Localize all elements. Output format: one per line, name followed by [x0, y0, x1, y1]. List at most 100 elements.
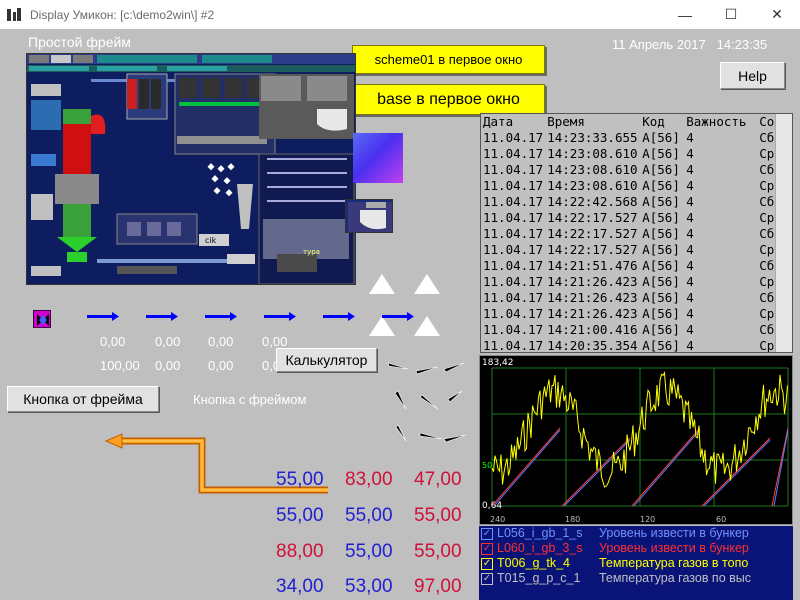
- table-cell: 14:23:33.655: [547, 130, 638, 145]
- legend-checkbox-icon[interactable]: ✓: [481, 527, 493, 540]
- legend-tag: T006_g_tk_4: [497, 556, 570, 570]
- maximize-icon[interactable]: ☐: [708, 0, 754, 29]
- trend-ymax-label: 183,42: [482, 358, 514, 368]
- trend-chart[interactable]: 183,42 0,64 50 240 180 120 60: [479, 355, 793, 525]
- table-cell: 11.04.17: [483, 162, 544, 177]
- grid-r1-c2: 83,00: [345, 469, 393, 490]
- legend-item[interactable]: ✓ T006_g_tk_4 Температура газов в топо: [479, 556, 793, 571]
- table-cell: 11.04.17: [483, 322, 544, 337]
- legend-checkbox-icon[interactable]: ✓: [481, 557, 493, 570]
- status-icon[interactable]: [33, 310, 51, 328]
- value-r2-c2: 0,00: [155, 358, 181, 373]
- table-cell: 11.04.17: [483, 338, 544, 353]
- trend-xtick-1: 240: [490, 515, 505, 524]
- close-icon[interactable]: ✕: [754, 0, 800, 29]
- legend-description: Уровень извести в бункер: [599, 526, 749, 540]
- legend-description: Уровень извести в бункер: [599, 541, 749, 555]
- legend-item[interactable]: ✓ T015_g_p_c_1 Температура газов по выс: [479, 571, 793, 586]
- table-cell: A[56]: [642, 322, 680, 337]
- legend-checkbox-icon[interactable]: ✓: [481, 572, 493, 585]
- table-row[interactable]: 11.04.17 14:21:26.423 A[56] 4 Сра: [481, 306, 784, 322]
- col-date[interactable]: Дата: [481, 114, 545, 130]
- trend-ytick-label: 50: [482, 461, 492, 470]
- table-row[interactable]: 11.04.17 14:22:17.527 A[56] 4 Сбр: [481, 226, 784, 242]
- table-row[interactable]: 11.04.17 14:21:26.423 A[56] 4 Сра: [481, 274, 784, 290]
- table-cell: 14:23:08.610: [547, 162, 638, 177]
- legend-tag: L060_i_gb_3_s: [497, 541, 583, 555]
- table-cell: 4: [686, 242, 694, 257]
- legend-description: Температура газов по выс: [599, 571, 752, 585]
- table-cell: 11.04.17: [483, 242, 544, 257]
- trend-xtick-2: 180: [565, 515, 580, 524]
- value-r2-c1: 100,00: [100, 358, 140, 373]
- table-cell: 11.04.17: [483, 178, 544, 193]
- grid-r2-c1: 55,00: [276, 505, 324, 526]
- col-time[interactable]: Время: [545, 114, 640, 130]
- mimic-graphic: тура cik: [27, 54, 355, 284]
- grid-r3-c1: 88,00: [276, 541, 324, 562]
- table-row[interactable]: 11.04.17 14:23:08.610 A[56] 4 Сра: [481, 178, 784, 194]
- table-cell: A[56]: [642, 194, 680, 209]
- legend-item[interactable]: ✓ L056_i_gb_1_s Уровень извести в бункер: [479, 526, 793, 541]
- table-row[interactable]: 11.04.17 14:21:00.416 A[56] 4 Сбр: [481, 322, 784, 338]
- table-cell: 14:21:26.423: [547, 274, 638, 289]
- table-cell: A[56]: [642, 130, 680, 145]
- events-scrollbar[interactable]: [775, 114, 792, 352]
- frame-caption: Кнопка с фреймом: [193, 392, 307, 407]
- table-cell: 11.04.17: [483, 226, 544, 241]
- table-row[interactable]: 11.04.17 14:22:17.527 A[56] 4 Сра: [481, 242, 784, 258]
- table-cell: A[56]: [642, 210, 680, 225]
- table-cell: 14:22:42.568: [547, 194, 638, 209]
- table-cell: A[56]: [642, 162, 680, 177]
- table-cell: A[56]: [642, 306, 680, 321]
- events-table[interactable]: Дата Время Код Важность Соб 11.04.17 14:2…: [480, 113, 793, 353]
- legend-checkbox-icon[interactable]: ✓: [481, 542, 493, 555]
- help-button[interactable]: Help: [720, 62, 785, 89]
- table-row[interactable]: 11.04.17 14:20:35.354 A[56] 4 Сра: [481, 338, 784, 353]
- legend-tag: T015_g_p_c_1: [497, 571, 581, 585]
- table-cell: 4: [686, 178, 694, 193]
- table-row[interactable]: 11.04.17 14:23:08.610 A[56] 4 Сбр: [481, 162, 784, 178]
- table-row[interactable]: 11.04.17 14:22:17.527 A[56] 4 Сра: [481, 210, 784, 226]
- calculator-button[interactable]: Калькулятор: [276, 348, 377, 372]
- table-cell: A[56]: [642, 274, 680, 289]
- grid-r2-c3: 55,00: [414, 505, 462, 526]
- minimize-icon[interactable]: —: [662, 0, 708, 29]
- mimic-diagram[interactable]: тура cik: [26, 53, 356, 285]
- scheme01-button[interactable]: scheme01 в первое окно: [352, 45, 545, 74]
- grid-r1-c3: 47,00: [414, 469, 462, 490]
- legend-tag: L056_i_gb_1_s: [497, 526, 583, 540]
- table-cell: 4: [686, 290, 694, 305]
- grid-r4-c1: 34,00: [276, 576, 324, 597]
- table-cell: 4: [686, 210, 694, 225]
- table-row[interactable]: 11.04.17 14:22:42.568 A[56] 4 Сбр: [481, 194, 784, 210]
- table-cell: A[56]: [642, 226, 680, 241]
- frame-button[interactable]: Кнопка от фрейма: [7, 386, 159, 412]
- mimic-cik-button[interactable]: cik: [205, 236, 217, 245]
- table-row[interactable]: 11.04.17 14:21:26.423 A[56] 4 Сбр: [481, 290, 784, 306]
- title-bar: Display Умикон: [c:\demo2win\] #2 — ☐ ✕: [0, 0, 800, 29]
- legend-item[interactable]: ✓ L060_i_gb_3_s Уровень извести в бункер: [479, 541, 793, 556]
- table-cell: 4: [686, 194, 694, 209]
- trend-xtick-4: 60: [716, 515, 726, 524]
- table-cell: 14:21:26.423: [547, 306, 638, 321]
- status-icon-graphic: [37, 314, 49, 326]
- app-icon: [6, 7, 22, 23]
- table-cell: A[56]: [642, 290, 680, 305]
- table-cell: A[56]: [642, 242, 680, 257]
- col-severity[interactable]: Важность: [684, 114, 757, 130]
- value-r1-c2: 0,00: [155, 334, 181, 349]
- base-button[interactable]: base в первое окно: [352, 84, 545, 115]
- table-cell: 11.04.17: [483, 274, 544, 289]
- table-row[interactable]: 11.04.17 14:21:51.476 A[56] 4 Сбр: [481, 258, 784, 274]
- table-cell: A[56]: [642, 258, 680, 273]
- table-cell: 11.04.17: [483, 210, 544, 225]
- table-row[interactable]: 11.04.17 14:23:33.655 A[56] 4 Сбр: [481, 130, 784, 146]
- events-body: 11.04.17 14:23:33.655 A[56] 4 Сбр 11.04.17 14:…: [481, 130, 784, 353]
- gradient-widget: [353, 133, 403, 183]
- furnace-thumbnail[interactable]: [345, 199, 393, 233]
- grid-r3-c3: 55,00: [414, 541, 462, 562]
- table-cell: 4: [686, 258, 694, 273]
- table-row[interactable]: 11.04.17 14:23:08.610 A[56] 4 Сра: [481, 146, 784, 162]
- col-code[interactable]: Код: [640, 114, 684, 130]
